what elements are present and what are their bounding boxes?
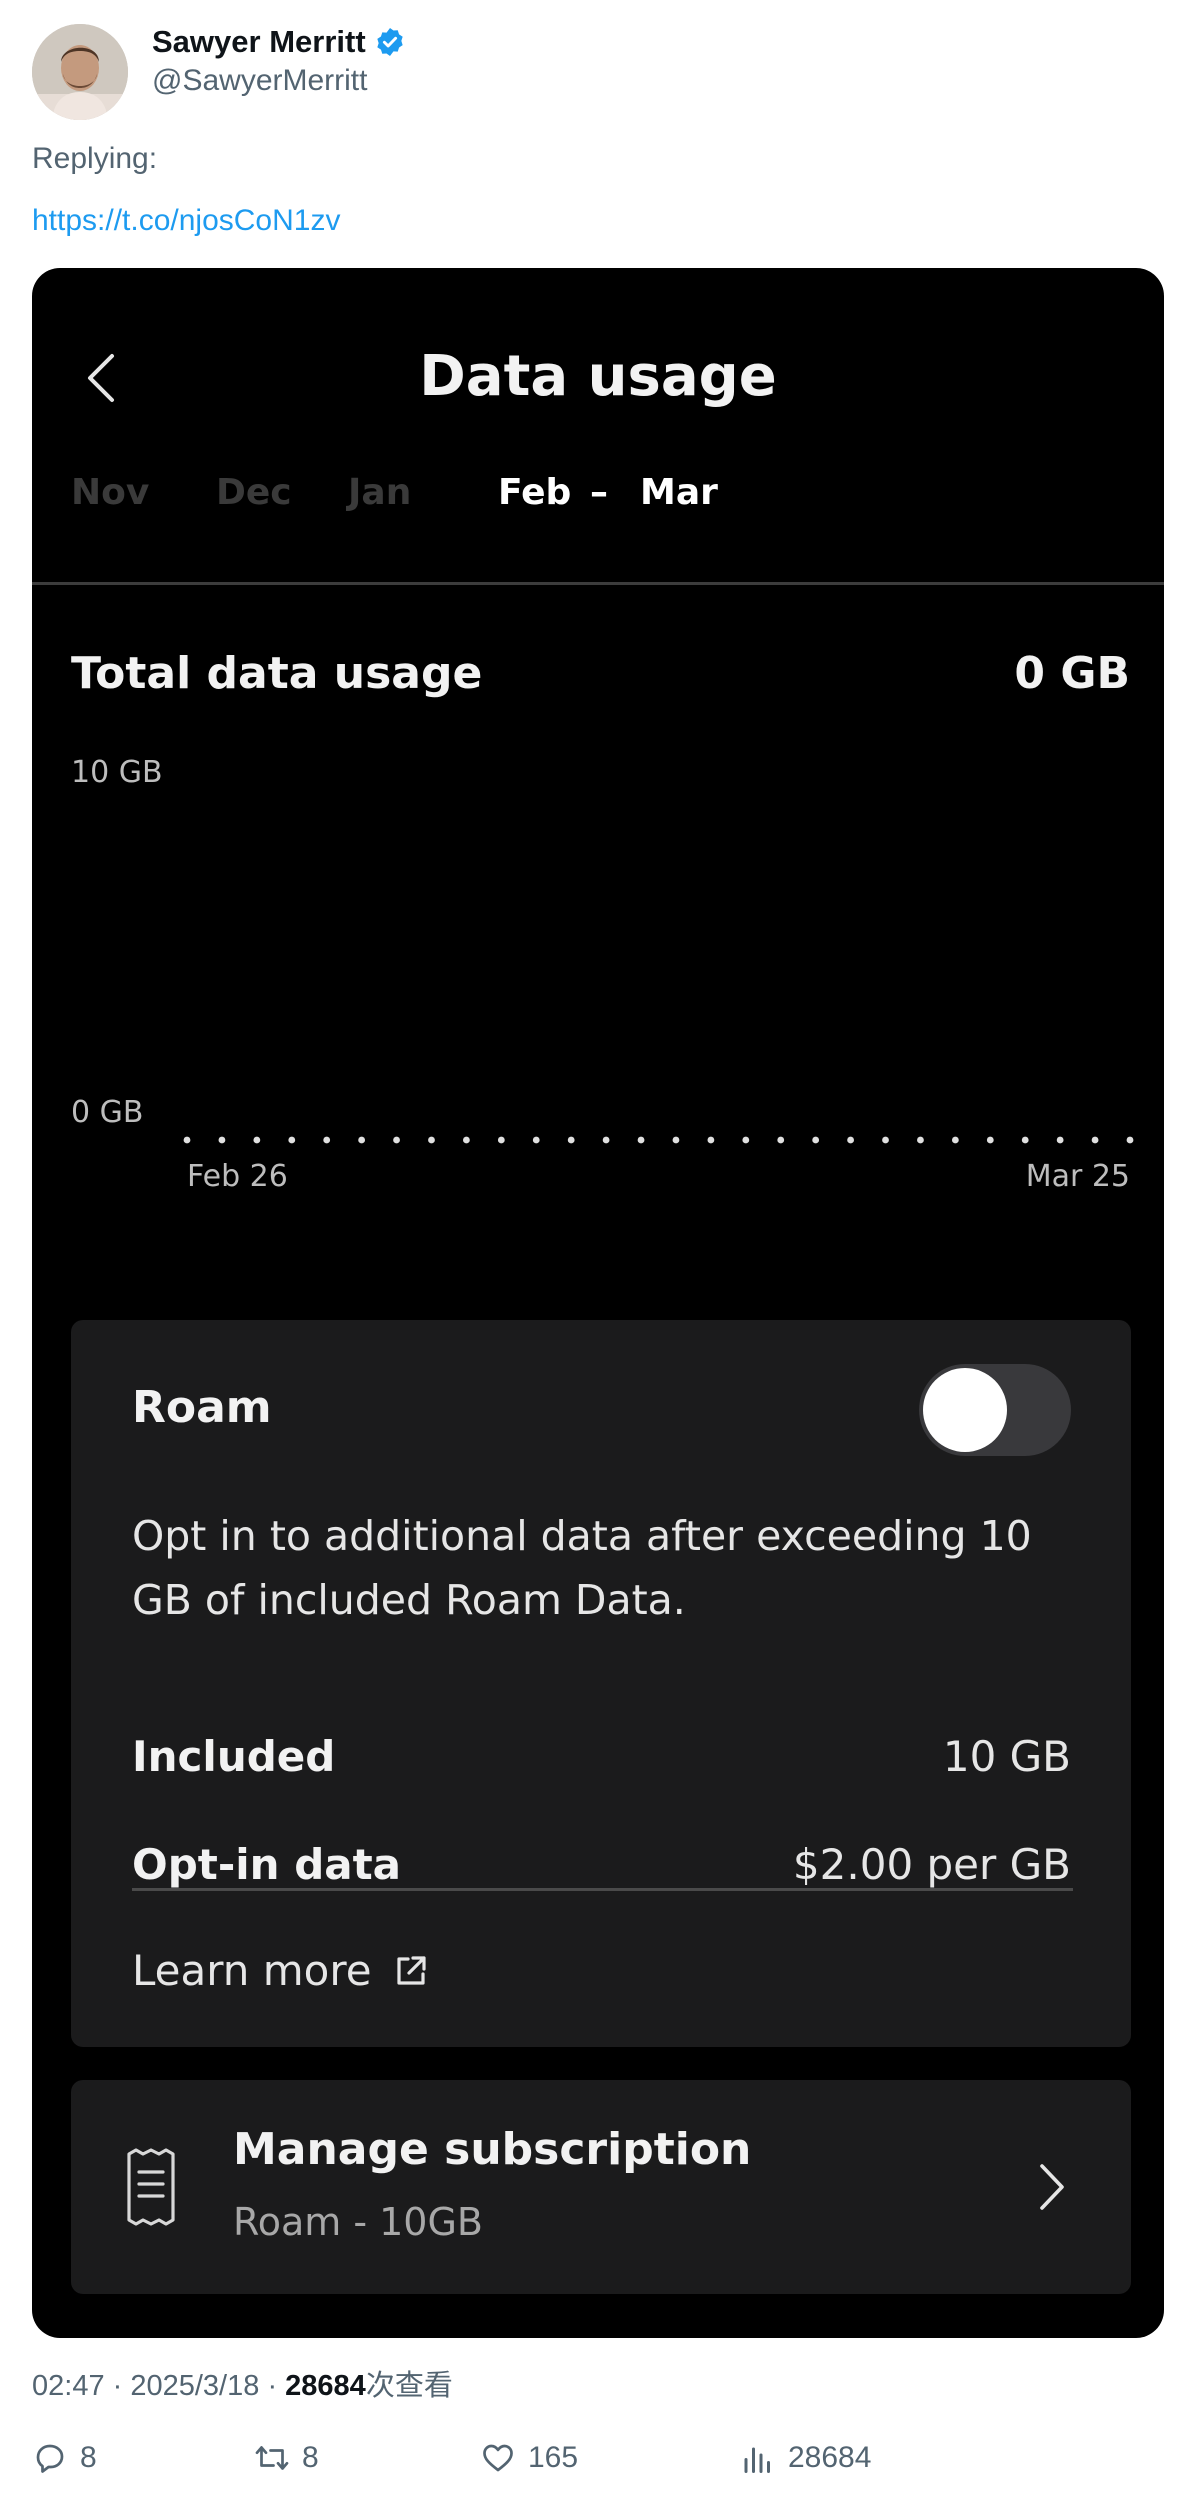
roam-toggle [919, 1364, 1071, 1456]
reply-count: 8 [80, 2441, 97, 2474]
optin-value: $2.00 per GB [792, 1840, 1071, 1889]
reply-icon [36, 2444, 64, 2473]
usage-point [1056, 1136, 1064, 1144]
reply-button[interactable]: 8 [32, 2440, 97, 2476]
learn-more-link: Learn more [132, 1946, 428, 1995]
meta-separator: · [112, 2370, 131, 2402]
total-usage-label: Total data usage [71, 648, 483, 699]
usage-point [428, 1136, 435, 1144]
usage-point [951, 1136, 959, 1144]
manage-subscription-title: Manage subscription [233, 2124, 752, 2175]
receipt-icon [127, 2148, 175, 2226]
usage-point [253, 1136, 261, 1144]
meta-separator: · [267, 2370, 286, 2402]
included-label: Included [132, 1732, 336, 1781]
y-tick-label: 10 GB [71, 758, 163, 790]
chevron-right-icon [1040, 2164, 1064, 2210]
usage-point [497, 1136, 505, 1144]
tweet-time[interactable]: 02:47 [32, 2370, 105, 2402]
usage-point [183, 1136, 191, 1144]
usage-point [707, 1136, 715, 1144]
usage-point [602, 1136, 610, 1144]
usage-point [986, 1136, 994, 1144]
total-usage-value: 0 GB [1014, 648, 1130, 699]
roam-description: Opt in to additional data after exceedin… [132, 1512, 1032, 1624]
retweet-count: 8 [302, 2441, 319, 2474]
usage-point [1021, 1136, 1029, 1144]
header-divider [32, 582, 1164, 585]
optin-label: Opt-in data [132, 1840, 402, 1889]
views-count: 28684 [285, 2370, 366, 2402]
x-tick-label: Mar 25 [1026, 1159, 1130, 1194]
usage-point [882, 1136, 889, 1144]
author-name-row[interactable]: Sawyer Merritt [152, 24, 406, 60]
like-count: 165 [528, 2441, 579, 2474]
reply-link[interactable]: https://t.co/njosCoN1zv [32, 204, 340, 238]
author-avatar[interactable] [32, 24, 128, 120]
included-value: 10 GB [942, 1732, 1071, 1781]
roam-toggle-knob [923, 1368, 1007, 1452]
retweet-icon [255, 2446, 289, 2470]
tweet-meta: 02:47 · 2025/3/18 · 28684次查看 [32, 2362, 453, 2404]
month-tab-nov: Nov [71, 472, 150, 513]
usage-point [1126, 1136, 1134, 1144]
learn-more-label: Learn more [132, 1946, 372, 1995]
like-button[interactable]: 165 [480, 2440, 578, 2476]
month-tab-jan: Jan [348, 472, 412, 513]
roam-title: Roam [132, 1382, 272, 1433]
analytics-icon [744, 2447, 770, 2473]
usage-point [358, 1136, 366, 1144]
usage-point [288, 1136, 296, 1144]
verified-badge-icon [376, 28, 403, 56]
y-tick-label: 0 GB [71, 1095, 143, 1130]
views-suffix: 次查看 [365, 2370, 453, 2402]
heart-icon [483, 2444, 513, 2472]
usage-point [1091, 1136, 1099, 1144]
month-tab-mar: Mar [640, 472, 718, 513]
usage-point [917, 1136, 924, 1144]
usage-point [812, 1136, 820, 1144]
usage-point [777, 1136, 785, 1144]
month-range-dash: – [590, 472, 608, 513]
usage-point [672, 1136, 680, 1144]
usage-point [393, 1136, 400, 1144]
roam-card-divider [132, 1888, 1073, 1891]
subscription-plan-subtitle: Roam - 10GB [233, 2200, 483, 2244]
tweet-date[interactable]: 2025/3/18 [130, 2370, 259, 2402]
avatar-image [32, 24, 128, 120]
usage-point [742, 1136, 750, 1144]
tweet-media-image[interactable]: Data usage Nov Dec Jan Feb – Mar Total d… [32, 268, 1164, 2338]
usage-point [637, 1136, 645, 1144]
month-tab-feb: Feb [498, 472, 572, 513]
screen-title: Data usage [419, 344, 777, 409]
usage-point [567, 1136, 575, 1144]
usage-point [323, 1136, 331, 1144]
views-action-count: 28684 [788, 2441, 872, 2474]
x-tick-label: Feb 26 [187, 1159, 288, 1194]
views-button[interactable]: 28684 [740, 2440, 871, 2476]
replying-label: Replying: [32, 142, 158, 175]
usage-point [532, 1136, 540, 1144]
retweet-button[interactable]: 8 [254, 2440, 319, 2476]
usage-point [463, 1136, 470, 1144]
manage-subscription-card: Manage subscription Roam - 10GB [71, 2080, 1131, 2294]
month-tab-dec: Dec [216, 472, 292, 513]
author-name[interactable]: Sawyer Merritt [152, 24, 366, 60]
tweet-actions: 8 8 165 28684 [32, 2440, 1132, 2496]
roam-card: Roam Opt in to additional data after exc… [71, 1320, 1131, 2047]
usage-point [847, 1136, 854, 1144]
usage-point [218, 1136, 226, 1144]
external-link-icon [396, 1955, 426, 1985]
author-handle[interactable]: @SawyerMerritt [152, 64, 367, 98]
